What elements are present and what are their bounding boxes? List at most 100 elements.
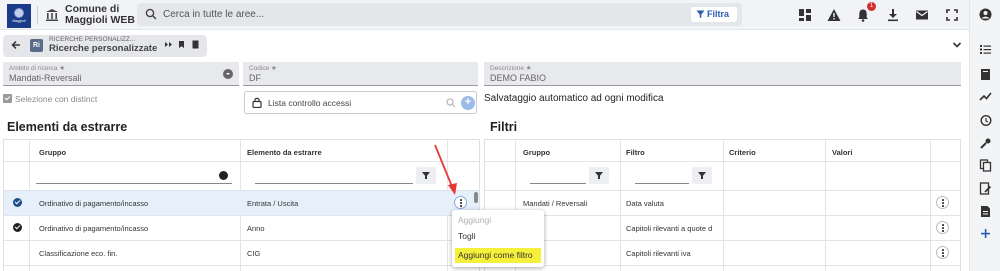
acl-label: Lista controllo accessi (268, 98, 352, 108)
funnel-icon[interactable] (692, 167, 712, 184)
document-icon[interactable] (191, 40, 200, 49)
column-header-gruppo[interactable]: Gruppo (39, 148, 66, 157)
field-label: Ambito di ricerca ★ (9, 65, 66, 72)
pdf-icon[interactable] (979, 205, 992, 218)
tab-bar: Ri RICERCHE PERSONALIZZ... Ricerche pers… (0, 35, 969, 57)
right-section-title: Filtri (490, 120, 518, 134)
dropdown-icon[interactable] (223, 69, 233, 79)
account-icon[interactable] (979, 8, 992, 21)
dashboard-icon[interactable] (798, 8, 812, 22)
global-search-bar[interactable]: Cerca in tutte le aree... Filtra (137, 3, 742, 26)
acl-field[interactable]: Lista controllo accessi + (244, 91, 477, 114)
divider (37, 6, 38, 24)
notification-badge: 1 (867, 2, 876, 11)
filtro-filter-input[interactable] (635, 167, 689, 184)
menu-item-aggiungi-come-filtro[interactable]: Aggiungi come filtro (458, 250, 533, 260)
book-icon[interactable] (979, 68, 992, 81)
field-value: DF (249, 73, 261, 83)
cell-filtro: Capitoli rilevanti iva (626, 249, 691, 258)
history-icon[interactable] (979, 114, 992, 127)
row-menu-button[interactable] (936, 196, 949, 209)
tools-icon[interactable] (979, 137, 992, 150)
table-row[interactable]: Capitoli rilevanti iva (485, 241, 960, 265)
warning-icon[interactable] (827, 8, 841, 22)
search-input[interactable]: Cerca in tutte le aree... (163, 9, 264, 20)
back-arrow-icon[interactable] (11, 40, 21, 50)
column-header-criterio[interactable]: Criterio (729, 148, 756, 157)
column-header-valori[interactable]: Valori (832, 148, 852, 157)
app-title: Comune di Maggioli WEB (65, 3, 135, 26)
chevron-down-icon[interactable] (952, 41, 962, 49)
search-icon[interactable] (446, 98, 456, 108)
codice-field[interactable]: Codice ★ DF (243, 62, 478, 86)
field-value: DEMO FABIO (490, 73, 547, 83)
row-menu-button[interactable] (936, 221, 949, 234)
scrollbar[interactable] (474, 192, 478, 203)
logo-seal (14, 8, 24, 18)
filter-button[interactable]: Filtra (691, 7, 737, 22)
bank-icon[interactable] (45, 8, 59, 22)
gruppo-filter-input[interactable] (530, 167, 586, 184)
row-check-icon[interactable] (13, 198, 22, 207)
share-icon[interactable] (164, 40, 173, 49)
row-divider (4, 265, 479, 266)
cell-gruppo: Mandati / Reversali (523, 199, 588, 208)
left-section-title: Elementi da estrarre (7, 120, 128, 134)
cell-elemento: Entrata / Uscita (247, 199, 299, 208)
menu-item-togli[interactable]: Togli (458, 231, 475, 241)
add-acl-button[interactable]: + (461, 96, 475, 110)
dropdown-icon[interactable] (219, 171, 228, 180)
table-row[interactable]: Ordinativo di pagamento/incasso Entrata … (4, 191, 479, 215)
field-label: Codice ★ (249, 65, 277, 72)
cell-filtro: Data valuta (626, 199, 664, 208)
edit-doc-icon[interactable] (979, 182, 992, 195)
logo-text: Maggioli (12, 19, 26, 23)
logo[interactable]: Maggioli (7, 4, 31, 28)
filtri-table: Gruppo Filtro Criterio Valori Mandati / … (484, 139, 961, 271)
tab-ricerche-personalizzate[interactable]: Ri RICERCHE PERSONALIZZ... Ricerche pers… (3, 35, 207, 57)
column-header-elemento[interactable]: Elemento da estrarre (247, 148, 322, 157)
mail-icon[interactable] (915, 8, 929, 22)
elemento-filter-input[interactable] (255, 167, 413, 184)
table-row[interactable]: Classificazione eco. fin. CIG (4, 241, 479, 265)
cell-gruppo: Classificazione eco. fin. (39, 249, 118, 258)
row-divider (4, 161, 479, 162)
filter-label: Filtra (707, 9, 730, 19)
table-row[interactable]: Capitoli rilevanti a quote d (485, 216, 960, 240)
top-bar: Maggioli Comune di Maggioli WEB Cerca in… (0, 0, 1000, 30)
lock-icon (252, 97, 262, 108)
tab-caption: RICERCHE PERSONALIZZ... (49, 36, 136, 43)
autosave-notice: Salvataggio automatico ad ogni modifica (484, 93, 664, 104)
row-divider (485, 265, 960, 266)
copy-icon[interactable] (979, 159, 992, 172)
right-sidebar (969, 0, 1000, 271)
distinct-label: Selezione con distinct (15, 94, 98, 104)
table-row[interactable]: Mandati / Reversali Data valuta (485, 191, 960, 215)
field-label: Descrizione ★ (490, 65, 532, 72)
cell-gruppo: Ordinativo di pagamento/incasso (39, 199, 149, 208)
fullscreen-icon[interactable] (945, 8, 959, 22)
descrizione-field[interactable]: Descrizione ★ DEMO FABIO (484, 62, 961, 86)
distinct-checkbox[interactable] (3, 94, 12, 103)
cell-gruppo: Ordinativo di pagamento/incasso (39, 224, 149, 233)
search-icon (145, 8, 157, 20)
ambito-ricerca-select[interactable]: Ambito di ricerca ★ Mandati-Reversali (3, 62, 239, 86)
plus-icon[interactable] (979, 227, 992, 240)
cell-elemento: CIG (247, 249, 261, 258)
list-icon[interactable] (979, 43, 992, 56)
table-row[interactable]: Ordinativo di pagamento/incasso Anno (4, 216, 479, 240)
field-value: Mandati-Reversali (9, 73, 82, 83)
elementi-table: Gruppo Elemento da estrarre Ordinativo d… (3, 139, 480, 271)
column-header-filtro[interactable]: Filtro (626, 148, 645, 157)
funnel-icon[interactable] (589, 167, 609, 184)
funnel-icon (696, 10, 705, 19)
row-menu-button[interactable] (936, 246, 949, 259)
column-header-gruppo[interactable]: Gruppo (523, 148, 550, 157)
row-divider (485, 161, 960, 162)
bookmark-icon[interactable] (177, 40, 186, 49)
row-check-icon[interactable] (13, 223, 22, 232)
trend-icon[interactable] (979, 90, 992, 103)
cell-filtro: Capitoli rilevanti a quote d (626, 224, 713, 233)
gruppo-filter-input[interactable] (36, 167, 232, 184)
download-icon[interactable] (886, 8, 900, 22)
